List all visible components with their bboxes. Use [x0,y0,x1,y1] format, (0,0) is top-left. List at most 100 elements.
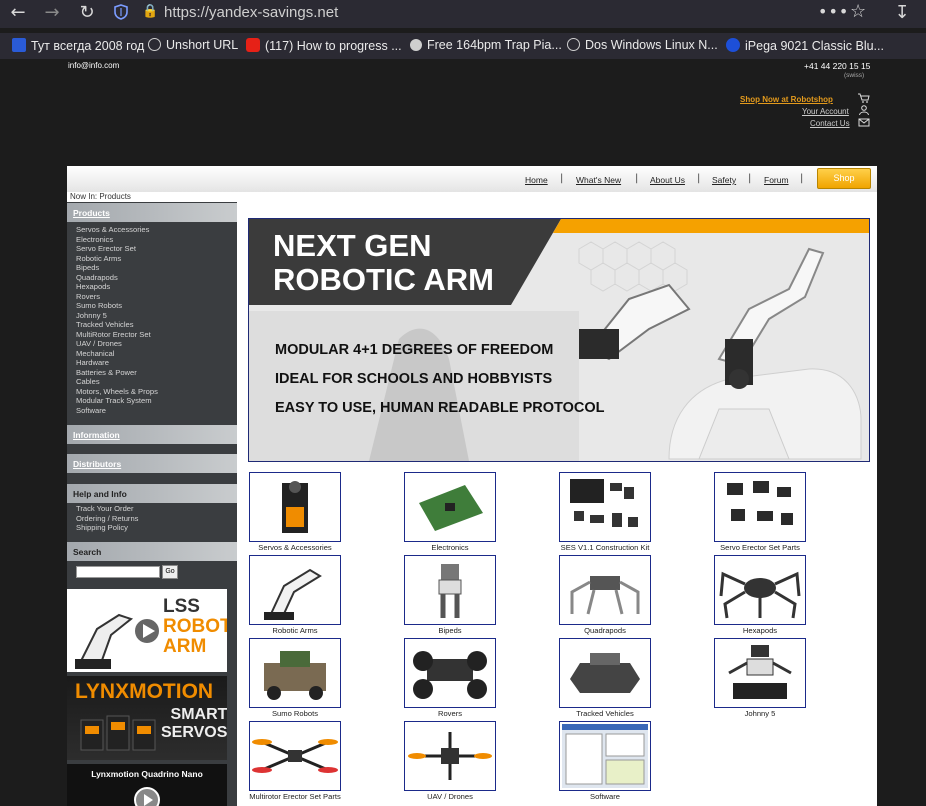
contact-us-link[interactable]: Contact Us [810,119,850,128]
sidebar-link[interactable]: UAV / Drones [76,339,158,349]
download-icon[interactable]: ↧ [890,2,914,24]
sidebar-link[interactable]: Mechanical [76,349,158,359]
category-item[interactable]: Johnny 5 [685,638,835,718]
category-label[interactable]: Johnny 5 [685,709,835,718]
shop-now-link[interactable]: Shop Now at Robotshop [740,95,833,104]
category-item[interactable]: Robotic Arms [220,555,370,635]
star-bookmark-icon[interactable]: ☆ [850,1,866,22]
sidebar-link[interactable]: Batteries & Power [76,368,158,378]
hero-banner[interactable]: NEXT GEN ROBOTIC ARM MODULAR 4+1 DEGREES… [248,218,870,462]
category-label[interactable]: UAV / Drones [375,792,525,801]
sidebar-link[interactable]: MultiRotor Erector Set [76,330,158,340]
category-thumbnail[interactable] [249,472,341,542]
sidebar-link[interactable]: Quadrapods [76,273,158,283]
category-thumbnail[interactable] [714,638,806,708]
sidebar-link[interactable]: Hardware [76,358,158,368]
sidebar-link[interactable]: Electronics [76,235,158,245]
sidebar-link[interactable]: Johnny 5 [76,311,158,321]
distributors-heading[interactable]: Distributors [67,454,237,473]
bookmark-item[interactable]: Тут всегда 2008 год [12,38,144,56]
sidebar-link[interactable]: Robotic Arms [76,254,158,264]
sidebar-link[interactable]: Software [76,406,158,416]
category-item[interactable]: UAV / Drones [375,721,525,801]
promo-quadrino[interactable]: Lynxmotion Quadrino Nano [67,764,227,806]
bookmark-item[interactable]: Free 164bpm Trap Pia... [410,38,562,56]
forward-arrow-icon[interactable]: → [40,2,64,24]
bookmark-item[interactable]: iPega 9021 Classic Blu... [726,38,884,56]
category-item[interactable]: Servos & Accessories [220,472,370,552]
sidebar-link[interactable]: Motors, Wheels & Props [76,387,158,397]
shop-button[interactable]: Shop [817,168,871,189]
category-item[interactable]: SES V1.1 Construction Kit [530,472,680,552]
promo-lss-arm[interactable]: LSS ROBOTIC ARM [67,589,227,672]
category-thumbnail[interactable] [404,721,496,791]
bookmark-item[interactable]: Dos Windows Linux N... [567,38,718,56]
category-label[interactable]: SES V1.1 Construction Kit [530,543,680,552]
sidebar-link[interactable]: Bipeds [76,263,158,273]
category-thumbnail[interactable] [559,721,651,791]
category-label[interactable]: Hexapods [685,626,835,635]
sidebar-link[interactable]: Modular Track System [76,396,158,406]
category-label[interactable]: Quadrapods [530,626,680,635]
category-label[interactable]: Sumo Robots [220,709,370,718]
category-thumbnail[interactable] [559,555,651,625]
sidebar-link[interactable]: Track Your Order [76,504,138,514]
nav-whats-new[interactable]: What's New [576,175,621,185]
nav-forum[interactable]: Forum [764,175,789,185]
nav-home[interactable]: Home [525,175,548,185]
category-item[interactable]: Sumo Robots [220,638,370,718]
information-heading[interactable]: Information [67,425,237,444]
products-heading[interactable]: Products [67,203,237,222]
category-thumbnail[interactable] [404,555,496,625]
category-item[interactable]: Software [530,721,680,801]
category-label[interactable]: Multirotor Erector Set Parts [220,792,370,801]
category-label[interactable]: Software [530,792,680,801]
sidebar-link[interactable]: Servos & Accessories [76,225,158,235]
sidebar-link[interactable]: Tracked Vehicles [76,320,158,330]
category-thumbnail[interactable] [404,638,496,708]
sidebar-link[interactable]: Ordering / Returns [76,514,138,524]
category-item[interactable]: Rovers [375,638,525,718]
bookmark-item[interactable]: (117) How to progress ... [246,38,402,56]
category-thumbnail[interactable] [249,555,341,625]
category-thumbnail[interactable] [559,638,651,708]
category-thumbnail[interactable] [249,721,341,791]
nav-safety[interactable]: Safety [712,175,736,185]
reload-icon[interactable]: ↻ [75,2,99,24]
category-label[interactable]: Servos & Accessories [220,543,370,552]
category-label[interactable]: Bipeds [375,626,525,635]
category-label[interactable]: Robotic Arms [220,626,370,635]
category-label[interactable]: Servo Erector Set Parts [685,543,835,552]
sidebar-link[interactable]: Cables [76,377,158,387]
sidebar-link[interactable]: Shipping Policy [76,523,138,533]
url-text[interactable]: https://yandex-savings.net [164,4,338,21]
category-item[interactable]: Quadrapods [530,555,680,635]
back-arrow-icon[interactable]: ← [6,2,30,24]
sidebar-link[interactable]: Rovers [76,292,158,302]
sidebar-link[interactable]: Hexapods [76,282,158,292]
category-item[interactable]: Bipeds [375,555,525,635]
category-item[interactable]: Electronics [375,472,525,552]
category-item[interactable]: Servo Erector Set Parts [685,472,835,552]
nav-about-us[interactable]: About Us [650,175,685,185]
category-thumbnail[interactable] [404,472,496,542]
email-link[interactable]: info@info.com [68,61,119,70]
category-item[interactable]: Multirotor Erector Set Parts [220,721,370,801]
category-thumbnail[interactable] [714,555,806,625]
category-label[interactable]: Tracked Vehicles [530,709,680,718]
address-bar[interactable]: 🔒 https://yandex-savings.net ••• ☆ [104,1,880,24]
shield-icon[interactable] [114,4,128,20]
category-thumbnail[interactable] [714,472,806,542]
your-account-link[interactable]: Your Account [802,107,849,116]
category-thumbnail[interactable] [249,638,341,708]
category-label[interactable]: Rovers [375,709,525,718]
category-thumbnail[interactable] [559,472,651,542]
search-go-button[interactable]: Go [162,565,178,579]
category-label[interactable]: Electronics [375,543,525,552]
sidebar-link[interactable]: Servo Erector Set [76,244,158,254]
search-input[interactable] [76,566,160,578]
promo-smart-servos[interactable]: LYNXMOTION SMART SERVOS [67,676,227,760]
bookmark-item[interactable]: Unshort URL [148,38,238,56]
sidebar-link[interactable]: Sumo Robots [76,301,158,311]
category-item[interactable]: Tracked Vehicles [530,638,680,718]
